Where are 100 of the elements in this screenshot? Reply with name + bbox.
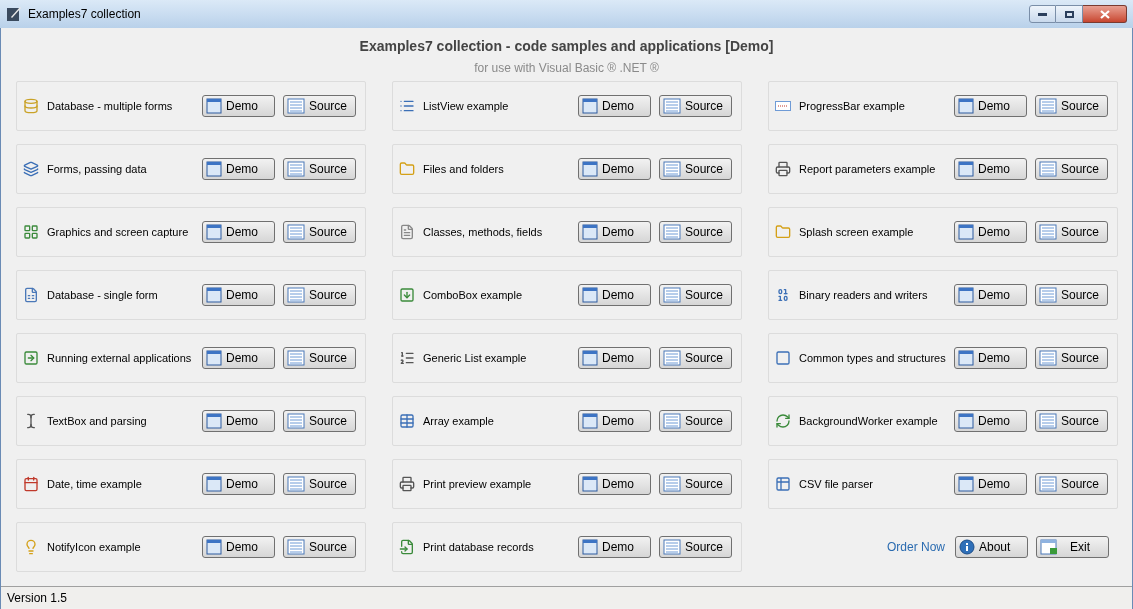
list-document-icon — [1039, 350, 1057, 366]
list-document-icon — [287, 287, 305, 303]
source-button[interactable]: Source — [659, 473, 732, 495]
calendar-icon — [23, 476, 39, 492]
demo-button[interactable]: Demo — [202, 536, 275, 558]
demo-button[interactable]: Demo — [202, 95, 275, 117]
list-document-icon — [287, 476, 305, 492]
order-now-link[interactable]: Order Now — [887, 538, 945, 556]
source-button[interactable]: Source — [283, 95, 356, 117]
source-button[interactable]: Source — [1035, 158, 1108, 180]
demo-button[interactable]: Demo — [578, 410, 651, 432]
source-button[interactable]: Source — [659, 410, 732, 432]
demo-button[interactable]: Demo — [954, 347, 1027, 369]
window-icon — [206, 539, 222, 555]
example-label: Running external applications — [47, 350, 193, 366]
source-button[interactable]: Source — [1035, 347, 1108, 369]
source-button[interactable]: Source — [1035, 221, 1108, 243]
example-label: Binary readers and writers — [799, 287, 929, 303]
source-button[interactable]: Source — [1035, 473, 1108, 495]
list-document-icon — [1039, 98, 1057, 114]
window-icon — [958, 476, 974, 492]
demo-button[interactable]: Demo — [578, 473, 651, 495]
list-document-icon — [1039, 224, 1057, 240]
window-icon — [582, 350, 598, 366]
source-button[interactable]: Source — [283, 473, 356, 495]
source-button[interactable]: Source — [659, 158, 732, 180]
source-button[interactable]: Source — [659, 347, 732, 369]
example-label: Print database records — [423, 539, 535, 555]
demo-button[interactable]: Demo — [954, 95, 1027, 117]
window-icon — [958, 287, 974, 303]
maximize-button[interactable] — [1056, 5, 1083, 23]
example-label: Array example — [423, 413, 495, 429]
example-label: Splash screen example — [799, 224, 915, 240]
source-button[interactable]: Source — [283, 221, 356, 243]
list-document-icon — [1039, 413, 1057, 429]
list-document-icon — [287, 539, 305, 555]
demo-button[interactable]: Demo — [954, 221, 1027, 243]
demo-button[interactable]: Demo — [202, 158, 275, 180]
header-title: Examples7 collection - code samples and applications [Demo] — [359, 37, 774, 56]
demo-button[interactable]: Demo — [954, 158, 1027, 180]
example-label: TextBox and parsing — [47, 413, 148, 429]
about-button[interactable]: About — [955, 536, 1028, 558]
window-icon — [206, 413, 222, 429]
demo-button[interactable]: Demo — [578, 95, 651, 117]
demo-button[interactable]: Demo — [202, 284, 275, 306]
database-icon — [23, 98, 39, 114]
demo-button[interactable]: Demo — [954, 473, 1027, 495]
source-button[interactable]: Source — [283, 284, 356, 306]
demo-button[interactable]: Demo — [202, 473, 275, 495]
refresh-icon — [775, 413, 791, 429]
demo-button[interactable]: Demo — [202, 410, 275, 432]
source-button[interactable]: Source — [659, 284, 732, 306]
list-document-icon — [663, 287, 681, 303]
example-label: ListView example — [423, 98, 510, 114]
list-document-icon — [287, 161, 305, 177]
demo-button[interactable]: Demo — [954, 410, 1027, 432]
window-icon — [582, 161, 598, 177]
window-icon — [582, 539, 598, 555]
source-button[interactable]: Source — [283, 347, 356, 369]
demo-button[interactable]: Demo — [578, 347, 651, 369]
info-icon — [959, 539, 975, 555]
demo-button[interactable]: Demo — [202, 347, 275, 369]
list-document-icon — [1039, 161, 1057, 177]
list-document-icon — [287, 350, 305, 366]
close-icon — [1099, 9, 1110, 19]
minimize-button[interactable] — [1029, 5, 1056, 23]
demo-button[interactable]: Demo — [578, 221, 651, 243]
source-button[interactable]: Source — [659, 95, 732, 117]
window-icon — [958, 413, 974, 429]
source-button[interactable]: Source — [283, 158, 356, 180]
source-button[interactable]: Source — [1035, 410, 1108, 432]
example-label: CSV file parser — [799, 476, 874, 492]
window-icon — [582, 287, 598, 303]
source-button[interactable]: Source — [283, 410, 356, 432]
source-button[interactable]: Source — [659, 221, 732, 243]
list-document-icon — [663, 539, 681, 555]
source-button[interactable]: Source — [659, 536, 732, 558]
source-button[interactable]: Source — [283, 536, 356, 558]
source-button[interactable]: Source — [1035, 95, 1108, 117]
list-document-icon — [663, 161, 681, 177]
demo-button[interactable]: Demo — [578, 158, 651, 180]
window-title: Examples7 collection — [28, 6, 141, 23]
example-label: Date, time example — [47, 476, 143, 492]
close-button[interactable] — [1083, 5, 1127, 23]
list-icon — [399, 98, 415, 114]
binary-icon — [775, 287, 791, 303]
printer-icon — [775, 161, 791, 177]
demo-button[interactable]: Demo — [578, 284, 651, 306]
window-icon — [775, 350, 791, 366]
source-button[interactable]: Source — [1035, 284, 1108, 306]
list-document-icon — [1039, 287, 1057, 303]
list-document-icon — [663, 98, 681, 114]
exit-button[interactable]: Exit — [1036, 536, 1109, 558]
window-icon — [958, 224, 974, 240]
demo-button[interactable]: Demo — [954, 284, 1027, 306]
folder-icon — [775, 224, 791, 240]
demo-button[interactable]: Demo — [578, 536, 651, 558]
window-icon — [958, 161, 974, 177]
header-subtitle: for use with Visual Basic ® .NET ® — [474, 60, 659, 77]
demo-button[interactable]: Demo — [202, 221, 275, 243]
